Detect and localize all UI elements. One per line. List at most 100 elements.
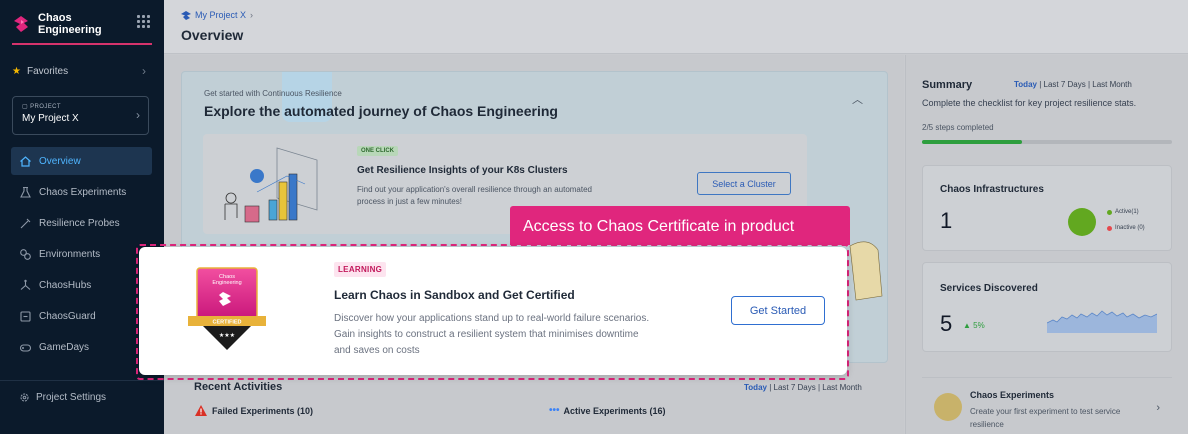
steps-completed: 2/5 steps completed <box>922 123 994 132</box>
star-icon: ★ <box>12 65 21 77</box>
brand-underline <box>12 43 152 45</box>
sidebar-item-chaos-experiments[interactable]: Chaos Experiments <box>11 178 152 206</box>
sidebar-item-environments[interactable]: Environments <box>11 240 152 268</box>
breadcrumb[interactable]: My Project X › <box>181 10 253 20</box>
hub-icon <box>20 279 31 290</box>
probe-icon <box>20 218 31 228</box>
favorites-label: Favorites <box>26 65 69 77</box>
recent-activities-title: Recent Activities <box>194 381 283 393</box>
steps-progress-bar <box>922 140 1172 144</box>
legend-active: Active(1) <box>1107 209 1139 215</box>
sidebar-item-chaoshubs[interactable]: ChaosHubs <box>11 271 152 299</box>
chaos-logo-icon <box>14 16 28 32</box>
range-today[interactable]: Today <box>744 383 767 392</box>
cluster-card-title: Get Resilience Insights of your K8s Clus… <box>357 165 568 176</box>
sidebar-nav: Overview Chaos Experiments Resilience Pr… <box>11 147 152 364</box>
badge-line-2: Engineering <box>212 280 241 286</box>
sidebar-item-label: ChaosGuard <box>39 310 96 322</box>
badge-ribbon: CERTIFIED <box>212 320 241 326</box>
sidebar-item-resilience-probes[interactable]: Resilience Probes <box>11 209 152 237</box>
favorites[interactable]: ★ Favorites › <box>12 64 146 78</box>
services-trend-value: 5% <box>973 321 985 330</box>
summary-subtitle: Complete the checklist for key project r… <box>922 98 1137 108</box>
guard-icon <box>20 310 31 322</box>
active-dot-icon <box>1107 209 1112 215</box>
legend-active-label: Active(1) <box>1115 209 1139 215</box>
summary-range-selector[interactable]: Today | Last 7 Days | Last Month <box>1014 80 1132 89</box>
flask-icon <box>20 186 31 198</box>
project-label: ▢ PROJECT <box>22 103 139 110</box>
project-settings-label: Project Settings <box>36 392 107 403</box>
chaos-infrastructures-card[interactable]: Chaos Infrastructures 1 Active(1) Inacti… <box>922 165 1172 251</box>
project-label-text: PROJECT <box>30 104 61 110</box>
sidebar-item-overview[interactable]: Overview <box>11 147 152 175</box>
select-cluster-button[interactable]: Select a Cluster <box>697 172 791 195</box>
chevron-right-icon: › <box>136 108 140 122</box>
learning-title: Learn Chaos in Sandbox and Get Certified <box>334 288 575 302</box>
page-title: Overview <box>181 27 244 43</box>
steps-progress-fill <box>922 140 1022 144</box>
sidebar-divider <box>0 380 164 381</box>
chevron-up-icon[interactable]: ︿ <box>852 91 863 107</box>
cluster-illustration-icon <box>224 147 318 223</box>
active-experiments[interactable]: ••• Active Experiments (16) <box>549 405 666 416</box>
services-card-title: Services Discovered <box>940 283 1038 294</box>
services-count: 5 <box>940 311 953 336</box>
get-started-button[interactable]: Get Started <box>731 296 825 325</box>
chaos-logo-icon <box>181 10 191 20</box>
services-trend: ▲ 5% <box>963 321 985 330</box>
infra-count: 1 <box>940 208 953 233</box>
cluster-card-description: Find out your application's overall resi… <box>357 185 592 206</box>
sidebar-item-label: GameDays <box>39 341 90 353</box>
experiments-card-title: Chaos Experiments <box>970 390 1055 400</box>
project-settings[interactable]: Project Settings <box>19 392 106 403</box>
svg-text:★★★: ★★★ <box>219 332 235 339</box>
range-today[interactable]: Today <box>1014 80 1037 89</box>
inactive-dot-icon <box>1107 225 1112 231</box>
experiment-illustration-icon <box>934 393 962 421</box>
journey-subtitle: Get started with Continuous Resilience <box>204 89 342 98</box>
sidebar-item-label: Overview <box>39 155 81 167</box>
learning-card: Chaos Engineering CERTIFIED ★★★ LEARNING… <box>139 247 847 375</box>
one-click-tag: ONE CLICK <box>357 146 398 156</box>
services-discovered-card[interactable]: Services Discovered 5 ▲ 5% <box>922 262 1172 352</box>
sidebar-item-gamedays[interactable]: GameDays <box>11 333 152 361</box>
summary-title: Summary <box>922 79 973 91</box>
range-other-options[interactable]: | Last 7 Days | Last Month <box>767 383 862 392</box>
failed-experiments-label: Failed Experiments (10) <box>212 405 314 416</box>
chevron-right-icon: › <box>250 10 254 20</box>
brand-name: Chaos Engineering <box>38 12 102 36</box>
gamepad-icon <box>19 343 32 352</box>
brand-line-1: Chaos <box>38 12 72 24</box>
warning-icon <box>195 405 207 416</box>
journey-title: Explore the automated journey of Chaos E… <box>204 103 558 119</box>
sidebar-item-label: Resilience Probes <box>39 217 120 229</box>
range-other-options[interactable]: | Last 7 Days | Last Month <box>1037 80 1132 89</box>
certificate-callout: Access to Chaos Certificate in product <box>510 206 850 245</box>
legend-inactive-label: Inactive (0) <box>1115 225 1145 231</box>
brand[interactable]: Chaos Engineering <box>12 12 102 36</box>
chaos-experiments-card[interactable]: Chaos Experiments Create your first expe… <box>922 377 1172 434</box>
failed-experiments[interactable]: Failed Experiments (10) <box>195 405 313 416</box>
project-selector[interactable]: ▢ PROJECT My Project X › <box>12 96 149 135</box>
chevron-right-icon: › <box>142 64 146 78</box>
infra-card-title: Chaos Infrastructures <box>940 184 1044 195</box>
environments-icon <box>20 248 31 260</box>
project-name: My Project X <box>22 113 79 124</box>
learning-description: Discover how your applications stand up … <box>334 313 650 356</box>
app-switcher-icon[interactable] <box>137 15 150 28</box>
chevron-right-icon: › <box>1156 402 1160 414</box>
sidebar-item-label: ChaosHubs <box>39 279 92 291</box>
box-icon: ▢ <box>22 104 31 110</box>
gear-icon <box>20 393 29 402</box>
recent-range-selector[interactable]: Today | Last 7 Days | Last Month <box>744 383 862 392</box>
legend-inactive: Inactive (0) <box>1107 225 1145 231</box>
sidebar-item-chaosguard[interactable]: ChaosGuard <box>11 302 152 330</box>
running-dots-icon: ••• <box>549 405 560 416</box>
page-header: My Project X › Overview <box>164 0 1188 54</box>
breadcrumb-project[interactable]: My Project X <box>195 10 246 20</box>
services-sparkline <box>1047 310 1157 333</box>
certified-badge-icon: Chaos Engineering CERTIFIED ★★★ <box>188 267 266 350</box>
person-illustration-icon <box>849 241 883 301</box>
sidebar-item-label: Environments <box>39 248 101 260</box>
